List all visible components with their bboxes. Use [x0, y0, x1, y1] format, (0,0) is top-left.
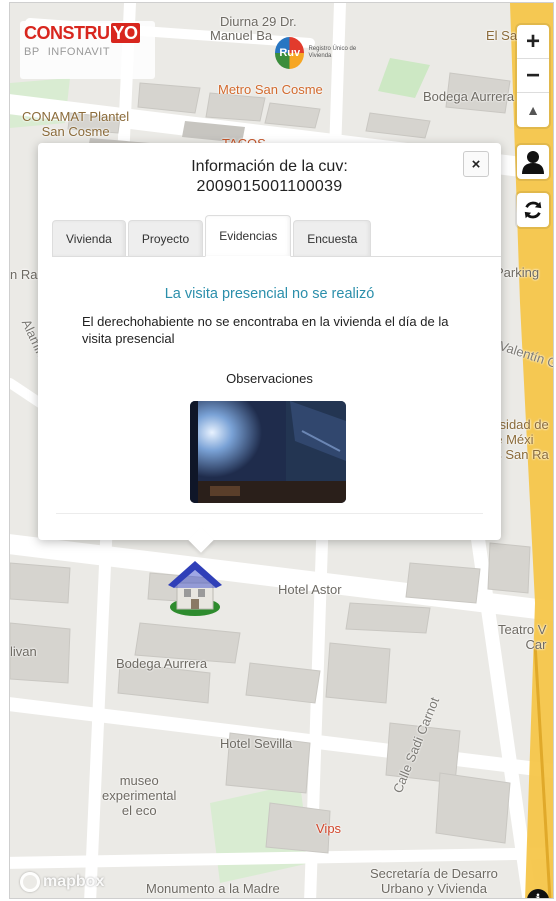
cuv-info-modal: Información de la cuv: 2009015001100039 …: [38, 143, 501, 553]
map-label-parking: Parking: [495, 265, 540, 280]
map-label-metro: Metro San Cosme: [218, 82, 323, 97]
visit-description: El derechohabiente no se encontraba en l…: [82, 314, 449, 346]
tab-evidencias[interactable]: Evidencias: [205, 215, 292, 257]
zoom-out-button[interactable]: −: [517, 59, 549, 93]
cuv-number: 2009015001100039: [196, 178, 343, 195]
house-marker-icon[interactable]: [160, 555, 230, 619]
zoom-in-button[interactable]: +: [517, 25, 549, 59]
ruv-text: Registro Único de Vivienda: [308, 46, 357, 59]
close-icon: ×: [471, 155, 481, 173]
logo-sub-right: INFONAVIT: [47, 46, 111, 58]
tab-vivienda[interactable]: Vivienda: [52, 220, 126, 256]
user-location-button[interactable]: [517, 145, 549, 179]
ruv-logo: Ruv Registro Único de Vivienda: [275, 36, 375, 70]
map-label-hotel-astor: Hotel Astor: [278, 582, 342, 597]
zoom-controls: + − ▲: [517, 25, 549, 127]
map-label-el-sa: El Sa: [486, 28, 518, 43]
close-button[interactable]: ×: [463, 151, 489, 177]
map-label-monumento: Monumento a la Madre: [146, 881, 280, 896]
mapbox-logo: mapbox: [20, 872, 104, 892]
info-icon: i: [535, 892, 540, 898]
modal-title-text: Información de la cuv:: [191, 158, 348, 175]
evidence-photo[interactable]: [190, 401, 346, 503]
refresh-button[interactable]: [517, 193, 549, 227]
map-label-manuel: Manuel Ba: [210, 28, 273, 43]
map-label-teatro: Teatro V Car: [498, 622, 547, 652]
logo-sub-left: BP: [24, 46, 40, 58]
tab-proyecto[interactable]: Proyecto: [127, 220, 204, 256]
construyo-logo: CONSTRU YO BP INFONAVIT: [20, 21, 155, 79]
visit-status: La visita presencial no se realizó: [164, 286, 375, 302]
refresh-control: [517, 193, 549, 227]
map-label-museo: museo experimental el eco: [102, 773, 177, 818]
person-icon: [522, 151, 544, 174]
map-view[interactable]: Diurna 29 Dr. Manuel Ba El Sa Metro San …: [9, 2, 554, 899]
map-label-secretaria: Secretaría de Desarro Urbano y Vivienda: [370, 866, 498, 896]
map-label-n-ra: n Ra: [10, 267, 38, 282]
ruv-badge-icon: Ruv: [275, 37, 305, 69]
map-label-bodega-top: Bodega Aurrera: [423, 89, 515, 104]
logo-yo-text: YO: [110, 23, 140, 43]
map-label-hotel-sevilla: Hotel Sevilla: [220, 736, 293, 751]
observations-title: Observaciones: [226, 371, 313, 386]
map-label-livan: livan: [10, 644, 37, 659]
modal-tabs: Vivienda Proyecto Evidencias Encuesta: [52, 215, 501, 257]
compass-button[interactable]: ▲: [517, 93, 549, 127]
modal-divider: [56, 513, 483, 514]
map-label-conamat: CONAMAT Plantel San Cosme: [22, 109, 130, 139]
user-location-control: [517, 145, 549, 179]
map-label-vips: Vips: [316, 821, 342, 836]
refresh-icon: [524, 201, 542, 219]
modal-title: Información de la cuv: 2009015001100039: [38, 157, 501, 197]
mapbox-icon: [20, 872, 40, 892]
tab-encuesta[interactable]: Encuesta: [293, 220, 372, 256]
compass-icon: ▲: [526, 102, 540, 118]
map-label-bodega-mid: Bodega Aurrera: [116, 656, 208, 671]
logo-main-text: CONSTRU: [24, 23, 110, 43]
